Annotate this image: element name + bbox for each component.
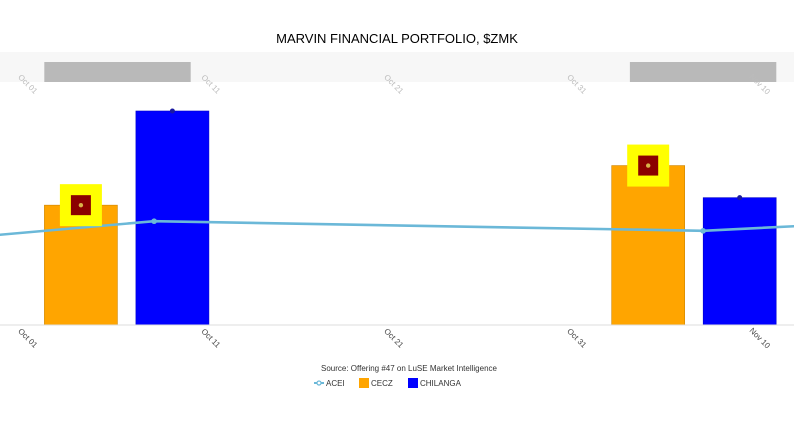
legend-item-acei[interactable]: ACEI xyxy=(314,379,345,388)
bar-cecz[interactable] xyxy=(611,165,686,326)
source-note: Source: Offering #47 on LuSE Market Inte… xyxy=(321,364,498,373)
x-tick-label: Oct 11 xyxy=(199,327,222,350)
x-axis: Oct 01 Oct 11 Oct 21 Oct 31 Nov 10 xyxy=(0,324,794,351)
bar-chilanga[interactable] xyxy=(135,110,210,326)
annotation-marker[interactable] xyxy=(59,184,102,227)
legend-swatch xyxy=(408,378,418,388)
chart-title: MARVIN FINANCIAL PORTFOLIO, $ZMK xyxy=(276,31,518,46)
chart-container: MARVIN FINANCIAL PORTFOLIO, $ZMK Oct 01 O… xyxy=(0,0,794,432)
line-point[interactable] xyxy=(151,218,157,225)
x-tick-label: Oct 21 xyxy=(382,327,405,350)
bars-layer xyxy=(44,108,777,326)
legend-label: CECZ xyxy=(371,379,393,388)
legend-item-cecz[interactable]: CECZ xyxy=(359,378,393,388)
legend[interactable]: ACEI CECZ CHILANGA xyxy=(314,378,462,388)
x-tick-label: Nov 10 xyxy=(748,326,773,351)
legend-item-chilanga[interactable]: CHILANGA xyxy=(408,378,462,388)
line-point[interactable] xyxy=(700,228,706,234)
annotation-marker[interactable] xyxy=(627,144,670,187)
legend-swatch xyxy=(359,378,369,388)
x-tick-label: Oct 01 xyxy=(16,327,39,350)
range-selector-window[interactable] xyxy=(44,62,191,82)
bar-point-marker xyxy=(169,108,175,114)
legend-label: ACEI xyxy=(326,379,345,388)
legend-label: CHILANGA xyxy=(420,379,462,388)
chart-svg: MARVIN FINANCIAL PORTFOLIO, $ZMK Oct 01 O… xyxy=(0,31,794,388)
bar-point-marker xyxy=(737,195,743,201)
range-selector[interactable]: Oct 01 Oct 11 Oct 21 Oct 31 Nov 10 xyxy=(0,52,794,97)
x-tick-label: Oct 31 xyxy=(565,327,588,350)
bar-chilanga[interactable] xyxy=(702,197,777,326)
